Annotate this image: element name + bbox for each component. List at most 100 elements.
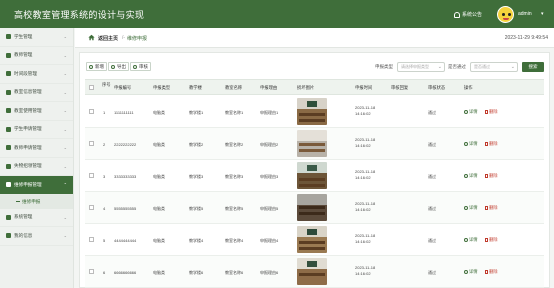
avatar[interactable] bbox=[497, 6, 514, 23]
column-header: 操作 bbox=[464, 85, 473, 90]
export-label: 导出 bbox=[117, 63, 126, 69]
chevron-down-icon: ⌄ bbox=[63, 163, 67, 169]
cell-building: 教学楼3 bbox=[189, 174, 204, 179]
filter-type-select[interactable]: 请选择申报类型 bbox=[397, 62, 445, 72]
cell-reason: 申报理由4 bbox=[260, 238, 279, 243]
cell-index: 5 bbox=[103, 238, 106, 243]
select-all-checkbox[interactable] bbox=[89, 85, 94, 90]
detail-button[interactable]: 详情 bbox=[464, 205, 478, 211]
sidebar-item-label: 维修申报管理 bbox=[14, 181, 42, 187]
cell-type: 电脑类 bbox=[153, 206, 165, 211]
damage-image[interactable] bbox=[297, 130, 327, 157]
damage-image[interactable] bbox=[297, 98, 327, 125]
delete-button[interactable]: 删除 bbox=[485, 269, 498, 275]
cell-type: 电脑类 bbox=[153, 270, 165, 275]
cell-type: 电脑类 bbox=[153, 142, 165, 147]
row-checkbox[interactable] bbox=[89, 269, 94, 274]
delete-button[interactable]: 删除 bbox=[485, 173, 498, 179]
sidebar-item-student-apply[interactable]: 学生申请管理 ⌄ bbox=[0, 121, 73, 139]
plus-icon bbox=[89, 64, 93, 69]
username[interactable]: admin bbox=[518, 11, 532, 17]
detail-button[interactable]: 详情 bbox=[464, 173, 478, 179]
sidebar-item-students[interactable]: 学生管理 ⌄ bbox=[0, 28, 73, 47]
sidebar: 学生管理 ⌄ 教师管理 ⌄ 时间段管理 ⌄ 教室信息管理 ⌄ 教室使用管理 ⌄ 学生申请管… bbox=[0, 28, 74, 288]
chevron-down-icon: ⌄ bbox=[63, 145, 67, 150]
cell-time: 2023-11-18 14:16:02 bbox=[355, 137, 376, 148]
damage-image[interactable] bbox=[297, 162, 327, 189]
cell-status: 通过 bbox=[428, 270, 436, 275]
row-checkbox[interactable] bbox=[89, 205, 94, 210]
filter-status-select[interactable]: 是否通过 bbox=[470, 62, 518, 72]
damage-image[interactable] bbox=[297, 258, 327, 285]
detail-label: 详情 bbox=[469, 109, 478, 114]
table-row: 5 4444444444 电脑类 教学楼4 教室名称4 申报理由4 2023-1… bbox=[85, 224, 544, 256]
table-row: 3 3333333333 电脑类 教学楼3 教室名称3 申报理由3 2023-1… bbox=[85, 160, 544, 192]
cell-type: 电脑类 bbox=[153, 110, 165, 115]
top-bar: 高校教室管理系统的设计与实现 系统公告 admin ▾ bbox=[0, 0, 554, 28]
column-header[interactable]: 申报类型 bbox=[153, 85, 170, 91]
row-checkbox[interactable] bbox=[89, 141, 94, 146]
detail-label: 详情 bbox=[469, 173, 478, 178]
column-header[interactable]: 教学楼 bbox=[189, 85, 202, 91]
column-header[interactable]: 损坏图片 bbox=[297, 85, 314, 91]
sidebar-item-system[interactable]: 系统管理 ⌄ bbox=[0, 209, 73, 227]
cell-room: 教室名称2 bbox=[225, 142, 244, 147]
detail-button[interactable]: 详情 bbox=[464, 109, 478, 115]
home-icon[interactable] bbox=[88, 34, 95, 41]
grid-icon bbox=[6, 182, 11, 188]
damage-image[interactable] bbox=[297, 226, 327, 253]
breadcrumb-home[interactable]: 返回主页 bbox=[98, 35, 118, 42]
sidebar-item-classrooms[interactable]: 教室信息管理 ⌄ bbox=[0, 84, 73, 102]
chevron-down-icon: ⌄ bbox=[63, 34, 67, 39]
row-checkbox[interactable] bbox=[89, 173, 94, 178]
export-button[interactable]: 导出 bbox=[108, 62, 129, 71]
search-button[interactable]: 搜索 bbox=[522, 62, 544, 72]
delete-button[interactable]: 删除 bbox=[485, 237, 498, 243]
detail-button[interactable]: 详情 bbox=[464, 269, 478, 275]
row-checkbox[interactable] bbox=[89, 237, 94, 242]
delete-button[interactable]: 删除 bbox=[485, 205, 498, 211]
notice-link[interactable]: 系统公告 bbox=[454, 11, 482, 18]
add-label: 新增 bbox=[95, 63, 104, 69]
chevron-down-icon[interactable]: ▾ bbox=[541, 11, 544, 17]
chevron-down-icon: ⌄ bbox=[63, 233, 67, 238]
trash-icon bbox=[485, 238, 488, 242]
sidebar-item-repair[interactable]: 维修申报管理 ⌃ bbox=[0, 176, 73, 195]
delete-label: 删除 bbox=[489, 205, 498, 210]
damage-image[interactable] bbox=[297, 194, 327, 221]
review-icon bbox=[133, 64, 137, 69]
breadcrumb-separator: /- bbox=[122, 35, 126, 41]
delete-button[interactable]: 删除 bbox=[485, 109, 498, 115]
cell-index: 6 bbox=[103, 270, 106, 275]
sidebar-item-timeslots[interactable]: 时间段管理 ⌄ bbox=[0, 65, 73, 84]
detail-button[interactable]: 详情 bbox=[464, 141, 478, 147]
detail-button[interactable]: 详情 bbox=[464, 237, 478, 243]
cell-status: 通过 bbox=[428, 142, 436, 147]
cell-time: 2023-11-18 14:16:02 bbox=[355, 105, 376, 116]
row-checkbox[interactable] bbox=[89, 109, 94, 114]
sidebar-item-teacher-apply[interactable]: 教师申请管理 ⌄ bbox=[0, 139, 73, 158]
sidebar-item-label: 系统管理 bbox=[14, 214, 33, 220]
review-button[interactable]: 审核 bbox=[130, 62, 151, 71]
add-button[interactable]: 新增 bbox=[86, 62, 107, 71]
sidebar-item-usage[interactable]: 教室使用管理 ⌄ bbox=[0, 102, 73, 121]
sidebar-subitem-repair[interactable]: 维修申报 bbox=[0, 194, 73, 209]
cell-reason: 申报理由6 bbox=[260, 270, 279, 275]
cell-building: 教学楼6 bbox=[189, 270, 204, 275]
table-body: 1 1111111111 电脑类 教学楼1 教室名称1 申报理由1 2023-1… bbox=[85, 96, 544, 288]
bell-icon bbox=[454, 11, 460, 18]
column-header[interactable]: 审核回复 bbox=[391, 85, 408, 91]
column-header[interactable]: 申报理由 bbox=[260, 85, 277, 91]
sidebar-item-lost-found[interactable]: 失物招领管理 ⌄ bbox=[0, 158, 73, 176]
sidebar-item-teachers[interactable]: 教师管理 ⌄ bbox=[0, 47, 73, 65]
column-header[interactable]: 申报时间 bbox=[355, 85, 372, 91]
column-header[interactable]: 审核状态 bbox=[428, 85, 445, 91]
trash-icon bbox=[485, 206, 488, 210]
cell-building: 教学楼4 bbox=[189, 238, 204, 243]
export-icon bbox=[111, 64, 115, 69]
sidebar-item-profile[interactable]: 我的信息 ⌄ bbox=[0, 227, 73, 246]
trash-icon bbox=[485, 270, 488, 274]
column-header[interactable]: 申报编号 bbox=[114, 85, 131, 91]
delete-button[interactable]: 删除 bbox=[485, 141, 498, 147]
column-header[interactable]: 教室名称 bbox=[225, 85, 242, 91]
